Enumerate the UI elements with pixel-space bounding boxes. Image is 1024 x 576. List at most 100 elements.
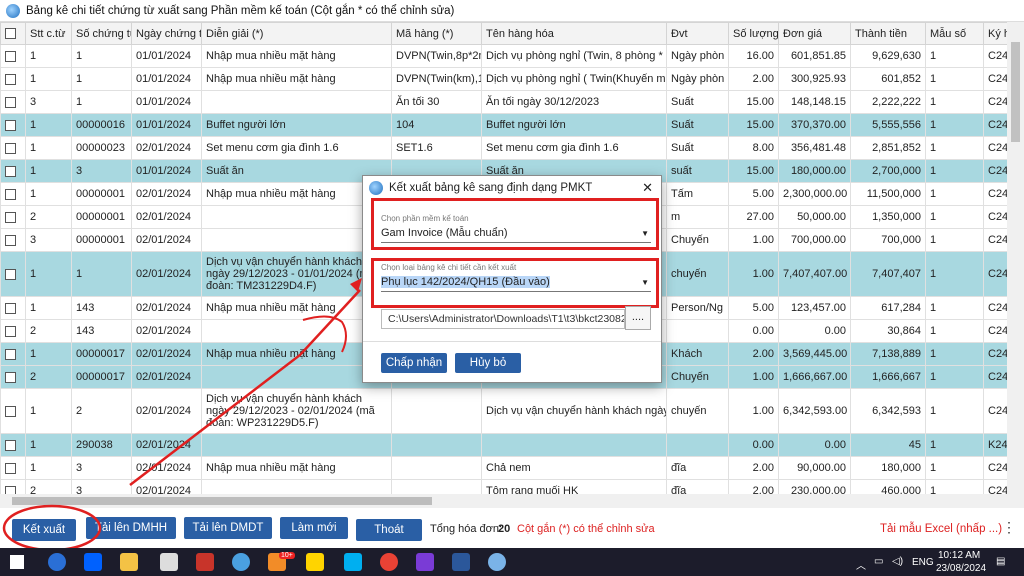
row-checkbox[interactable] [5,142,16,154]
row-checkbox-cell[interactable] [0,159,26,183]
visual-studio-icon[interactable] [416,553,434,571]
clock-date[interactable]: 23/08/2024 [936,563,986,574]
column-header[interactable]: Mẫu số [925,22,984,45]
file-explorer-icon[interactable] [120,553,138,571]
exit-button[interactable]: Thoát [356,519,422,541]
paint-icon[interactable] [488,553,506,571]
column-header[interactable]: Đvt [666,22,729,45]
column-header[interactable]: Đơn giá [778,22,851,45]
column-header[interactable]: Thành tiền [850,22,926,45]
cell-dien[interactable]: Nhập mua nhiều mặt hàng [201,67,392,91]
row-checkbox[interactable] [5,188,16,200]
table-row[interactable]: 3 1 01/01/2024 Ăn tối 30 Ăn tối ngày 30/12/2… [0,90,1024,114]
accept-button[interactable]: Chấp nhận [381,353,447,373]
row-checkbox[interactable] [5,50,16,62]
table-row[interactable]: 1 290038 02/01/2024 0.00 0.00 45 1 K24 [0,433,1024,457]
table-row[interactable]: 1 00000016 01/01/2024 Buffet người lớn 104 Bu… [0,113,1024,137]
column-header[interactable]: Mã hàng (*) [391,22,482,45]
file-path-input[interactable]: C:\Users\Administrator\Downloads\T1\t3\b… [381,309,625,329]
cell-ma[interactable]: SET1.6 [391,136,482,160]
row-checkbox-cell[interactable] [0,296,26,320]
cell-dien[interactable]: Buffet người lớn [201,113,392,137]
volume-icon[interactable]: ◁) [892,556,903,567]
row-checkbox[interactable] [5,462,16,474]
row-checkbox-cell[interactable] [0,433,26,457]
cancel-button[interactable]: Hủy bỏ [455,353,521,373]
table-row[interactable]: 1 00000023 02/01/2024 Set menu cơm gia đình… [0,136,1024,160]
table-row[interactable]: 1 3 02/01/2024 Nhập mua nhiều mặt hàng Chả n… [0,456,1024,480]
table-row[interactable]: 1 2 02/01/2024 Dịch vụ vận chuyển hành khác… [0,388,1024,434]
cell-ma[interactable] [391,388,482,434]
horizontal-scroll-thumb[interactable] [12,497,432,505]
cell-dien[interactable]: Dịch vụ vận chuyển hành khách ngày 29/12… [201,388,392,434]
row-checkbox-cell[interactable] [0,136,26,160]
row-checkbox-cell[interactable] [0,228,26,252]
upload-dmdt-button[interactable]: Tải lên DMDT [184,517,272,539]
row-checkbox-cell[interactable] [0,113,26,137]
column-header[interactable]: Stt c.từ [25,22,72,45]
row-checkbox-cell[interactable] [0,67,26,91]
row-checkbox[interactable] [5,73,16,85]
row-checkbox-cell[interactable] [0,251,26,297]
row-checkbox[interactable] [5,119,16,131]
row-checkbox-cell[interactable] [0,388,26,434]
table-row[interactable]: 1 1 01/01/2024 Nhập mua nhiều mặt hàng DVPN(… [0,44,1024,68]
column-header[interactable]: Tên hàng hóa [481,22,667,45]
tray-chevron-icon[interactable]: ︿ [856,557,866,572]
row-checkbox-cell[interactable] [0,365,26,389]
column-header[interactable]: Ngày chứng từ [131,22,202,45]
row-checkbox[interactable] [5,165,16,177]
cell-ma[interactable]: DVPN(Twin,8p*2n [391,44,482,68]
row-checkbox-cell[interactable] [0,182,26,206]
cell-ma[interactable] [391,433,482,457]
row-checkbox[interactable] [5,234,16,246]
row-checkbox[interactable] [5,348,16,360]
refresh-button[interactable]: Làm mới [280,517,348,539]
windows-start-icon[interactable] [10,555,24,569]
upload-dmhh-button[interactable]: Tải lên DMHH [86,517,176,539]
cell-dien[interactable]: Set menu cơm gia đình 1.6 [201,136,392,160]
cell-ma[interactable]: Ăn tối 30 [391,90,482,114]
gam-invoice-icon[interactable] [232,553,250,571]
row-checkbox[interactable] [5,439,16,451]
row-checkbox-cell[interactable] [0,205,26,229]
row-checkbox[interactable] [5,405,16,417]
row-checkbox[interactable] [5,371,16,383]
column-header[interactable]: Số lượng [728,22,779,45]
row-checkbox[interactable] [5,325,16,337]
column-header[interactable]: Diễn giải (*) [201,22,392,45]
network-icon[interactable]: ▭ [874,556,883,567]
cell-dien[interactable] [201,90,392,114]
row-checkbox-cell[interactable] [0,456,26,480]
cell-ma[interactable]: 104 [391,113,482,137]
vertical-scrollbar[interactable] [1007,22,1024,496]
language-indicator[interactable]: ENG [912,557,934,568]
pdf-icon[interactable] [196,553,214,571]
skype-icon[interactable] [344,553,362,571]
row-checkbox[interactable] [5,268,16,280]
app-taskbar-icon[interactable] [48,553,66,571]
cell-dien[interactable]: Nhập mua nhiều mặt hàng [201,456,392,480]
dropbox-icon[interactable] [84,553,102,571]
cell-ma[interactable]: DVPN(Twin(km),1 [391,67,482,91]
cell-dien[interactable]: Nhập mua nhiều mặt hàng [201,44,392,68]
sticky-notes-icon[interactable] [306,553,324,571]
row-checkbox[interactable] [5,211,16,223]
notepad-icon[interactable] [160,553,178,571]
clock-time[interactable]: 10:12 AM [938,550,980,561]
template-link[interactable]: Tải mẫu Excel (nhấp ...) [880,523,1002,535]
word-icon[interactable] [452,553,470,571]
more-menu-icon[interactable]: ⋮ [1002,520,1016,534]
cell-dien[interactable] [201,433,392,457]
browse-button[interactable]: .... [625,306,651,330]
row-checkbox-cell[interactable] [0,44,26,68]
chrome-icon[interactable] [380,553,398,571]
row-checkbox[interactable] [5,302,16,314]
close-icon[interactable]: ✕ [642,180,653,196]
export-button[interactable]: Kết xuất [12,519,76,541]
horizontal-scrollbar[interactable] [0,494,1024,508]
notification-center-icon[interactable]: ▤ [996,556,1005,567]
select-all-checkbox-cell[interactable] [0,22,26,45]
select-all-checkbox[interactable] [5,28,16,40]
row-checkbox-cell[interactable] [0,90,26,114]
